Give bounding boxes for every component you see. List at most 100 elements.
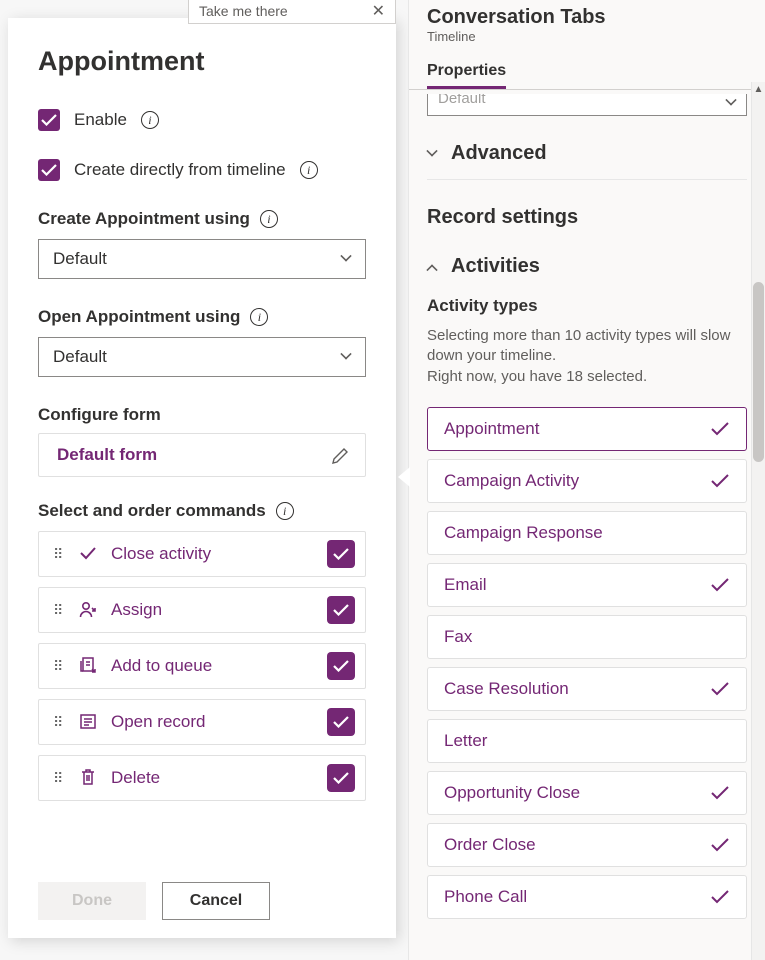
tab-properties[interactable]: Properties xyxy=(427,62,506,89)
info-icon[interactable]: i xyxy=(300,161,318,179)
record-settings-title: Record settings xyxy=(427,206,578,229)
edit-icon xyxy=(331,445,351,465)
teaching-callout-label: Take me there xyxy=(199,3,288,19)
chevron-down-icon xyxy=(725,94,736,105)
info-icon[interactable]: i xyxy=(260,210,278,228)
scrollbar-thumb[interactable] xyxy=(753,282,764,462)
create-using-label: Create Appointment using xyxy=(38,209,250,229)
dialog-footer: Done Cancel xyxy=(38,866,366,920)
activity-types-note-1: Selecting more than 10 activity types wi… xyxy=(427,326,747,367)
activity-type-item[interactable]: Campaign Activity xyxy=(427,459,747,503)
activity-type-label: Case Resolution xyxy=(444,679,569,699)
command-label: Delete xyxy=(111,768,315,788)
activity-type-item[interactable]: Phone Call xyxy=(427,875,747,919)
activity-type-item[interactable]: Email xyxy=(427,563,747,607)
command-label: Assign xyxy=(111,600,315,620)
info-icon[interactable]: i xyxy=(250,308,268,326)
chevron-up-icon xyxy=(426,264,437,275)
default-select-value: Default xyxy=(438,94,486,107)
enable-checkbox[interactable] xyxy=(38,109,60,131)
activity-type-label: Phone Call xyxy=(444,887,527,907)
command-row[interactable]: ⠿ Add to queue xyxy=(38,643,366,689)
scroll-up-icon[interactable]: ▲ xyxy=(752,84,765,95)
check-icon xyxy=(710,421,730,437)
advanced-section[interactable]: Advanced xyxy=(427,116,747,180)
trash-icon xyxy=(77,767,99,790)
assign-icon xyxy=(77,599,99,622)
panel-body: Default Advanced Record settings Activit… xyxy=(409,94,765,937)
activities-title: Activities xyxy=(451,255,540,278)
activities-section[interactable]: Activities xyxy=(427,229,747,278)
check-icon xyxy=(710,473,730,489)
activity-type-item[interactable]: Letter xyxy=(427,719,747,763)
enable-row: Enable i xyxy=(38,109,366,131)
activity-type-item[interactable]: Fax xyxy=(427,615,747,659)
close-icon[interactable]: ✕ xyxy=(372,1,385,21)
info-icon[interactable]: i xyxy=(276,502,294,520)
chevron-down-icon xyxy=(426,145,437,156)
create-using-label-row: Create Appointment using i xyxy=(38,209,366,229)
check-icon xyxy=(710,785,730,801)
cancel-button[interactable]: Cancel xyxy=(162,882,270,920)
drag-handle-icon[interactable]: ⠿ xyxy=(53,775,65,781)
advanced-title: Advanced xyxy=(451,142,547,165)
commands-header: Select and order commands xyxy=(38,501,266,521)
scrollbar[interactable]: ▲ xyxy=(751,82,765,960)
enable-label: Enable xyxy=(74,110,127,130)
configure-form-value: Default form xyxy=(57,445,157,465)
command-label: Close activity xyxy=(111,544,315,564)
create-direct-label: Create directly from timeline xyxy=(74,160,286,180)
create-using-select[interactable]: Default xyxy=(38,239,366,279)
drag-handle-icon[interactable]: ⠿ xyxy=(53,551,65,557)
open-using-value: Default xyxy=(53,347,107,367)
dialog-title: Appointment xyxy=(38,46,366,77)
activity-type-item[interactable]: Opportunity Close xyxy=(427,771,747,815)
open-using-select[interactable]: Default xyxy=(38,337,366,377)
activity-type-label: Letter xyxy=(444,731,487,751)
teaching-callout: Take me there ✕ xyxy=(188,0,396,24)
activity-type-label: Fax xyxy=(444,627,472,647)
panel-header: Conversation Tabs Timeline xyxy=(409,0,765,44)
configure-form-row[interactable]: Default form xyxy=(38,433,366,477)
activity-types-title: Activity types xyxy=(427,296,747,316)
command-checkbox[interactable] xyxy=(327,708,355,736)
activity-type-label: Campaign Activity xyxy=(444,471,579,491)
create-direct-checkbox[interactable] xyxy=(38,159,60,181)
activity-type-item[interactable]: Campaign Response xyxy=(427,511,747,555)
activity-type-label: Appointment xyxy=(444,419,539,439)
command-checkbox[interactable] xyxy=(327,652,355,680)
command-row[interactable]: ⠿ Close activity xyxy=(38,531,366,577)
activity-type-item[interactable]: Order Close xyxy=(427,823,747,867)
command-row[interactable]: ⠿ Delete xyxy=(38,755,366,801)
activity-type-label: Order Close xyxy=(444,835,536,855)
record-settings-section: Record settings xyxy=(427,180,747,229)
info-icon[interactable]: i xyxy=(141,111,159,129)
activity-type-item[interactable]: Appointment xyxy=(427,407,747,451)
command-row[interactable]: ⠿Open record xyxy=(38,699,366,745)
activity-type-label: Email xyxy=(444,575,487,595)
activity-types-note-2: Right now, you have 18 selected. xyxy=(427,367,747,387)
command-row[interactable]: ⠿ Assign xyxy=(38,587,366,633)
drag-handle-icon[interactable]: ⠿ xyxy=(53,607,65,613)
command-checkbox[interactable] xyxy=(327,596,355,624)
panel-title: Conversation Tabs xyxy=(427,6,606,29)
command-checkbox[interactable] xyxy=(327,764,355,792)
record-icon xyxy=(77,711,99,734)
command-label: Add to queue xyxy=(111,656,315,676)
caret-icon xyxy=(398,467,410,487)
activity-types-list: Appointment Campaign Activity Campaign Res… xyxy=(427,407,747,919)
open-using-label: Open Appointment using xyxy=(38,307,240,327)
command-checkbox[interactable] xyxy=(327,540,355,568)
panel-subtitle: Timeline xyxy=(427,29,606,44)
cancel-button-label: Cancel xyxy=(190,892,242,910)
panel-tabs: Properties xyxy=(409,62,765,90)
properties-panel: Conversation Tabs Timeline Properties De… xyxy=(408,0,765,960)
activity-type-item[interactable]: Case Resolution xyxy=(427,667,747,711)
configure-form-label: Configure form xyxy=(38,405,161,425)
default-select[interactable]: Default xyxy=(427,94,747,116)
check-icon xyxy=(710,577,730,593)
done-button-label: Done xyxy=(72,892,112,910)
check-icon xyxy=(710,681,730,697)
drag-handle-icon[interactable]: ⠿ xyxy=(53,663,65,669)
drag-handle-icon[interactable]: ⠿ xyxy=(53,719,65,725)
